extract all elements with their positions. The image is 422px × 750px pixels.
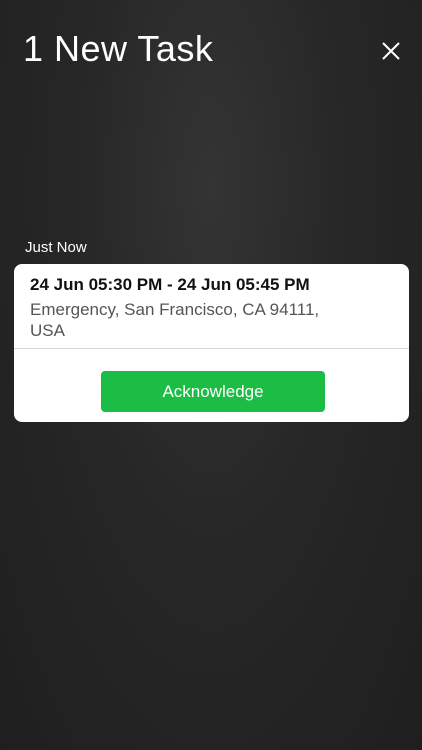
section-label: Just Now — [25, 239, 87, 256]
task-card: 24 Jun 05:30 PM - 24 Jun 05:45 PM Emerge… — [14, 264, 409, 422]
header: 1 New Task — [0, 0, 422, 110]
close-icon — [382, 42, 400, 60]
task-location: Emergency, San Francisco, CA 94111, USA — [30, 300, 320, 340]
task-details: 24 Jun 05:30 PM - 24 Jun 05:45 PM Emerge… — [14, 264, 409, 349]
acknowledge-button[interactable]: Acknowledge — [101, 371, 325, 412]
page-title: 1 New Task — [23, 28, 214, 69]
task-time-range: 24 Jun 05:30 PM - 24 Jun 05:45 PM — [30, 275, 310, 294]
close-button[interactable] — [378, 38, 404, 64]
